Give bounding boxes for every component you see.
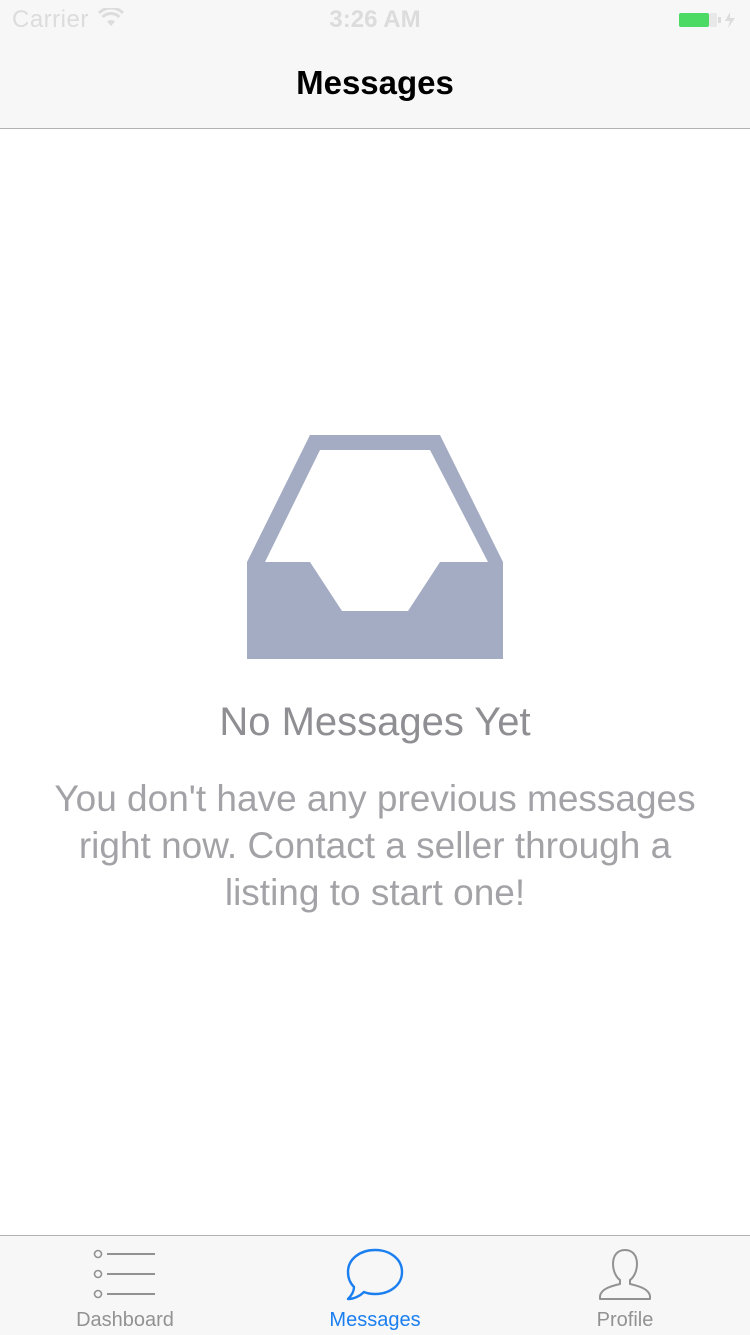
status-time: 3:26 AM bbox=[329, 6, 421, 33]
tab-profile[interactable]: Profile bbox=[500, 1236, 750, 1335]
tab-messages-label: Messages bbox=[329, 1309, 421, 1331]
list-icon bbox=[0, 1246, 250, 1306]
tab-dashboard[interactable]: Dashboard bbox=[0, 1236, 250, 1335]
person-icon bbox=[500, 1246, 750, 1306]
page-title: Messages bbox=[296, 64, 454, 101]
tab-bar: Dashboard Messages Profile bbox=[0, 1235, 750, 1335]
inbox-icon bbox=[247, 435, 503, 664]
navigation-bar: Messages bbox=[0, 40, 750, 129]
tab-profile-label: Profile bbox=[596, 1309, 654, 1331]
battery-icon bbox=[678, 10, 740, 35]
status-bar: Carrier 3:26 AM bbox=[0, 0, 750, 40]
chat-bubble-icon bbox=[250, 1246, 500, 1306]
empty-state-title: No Messages Yet bbox=[219, 700, 531, 744]
tab-dashboard-label: Dashboard bbox=[76, 1309, 174, 1331]
tab-messages[interactable]: Messages bbox=[250, 1236, 500, 1335]
empty-state-description: You don't have any previous messages rig… bbox=[54, 778, 696, 913]
